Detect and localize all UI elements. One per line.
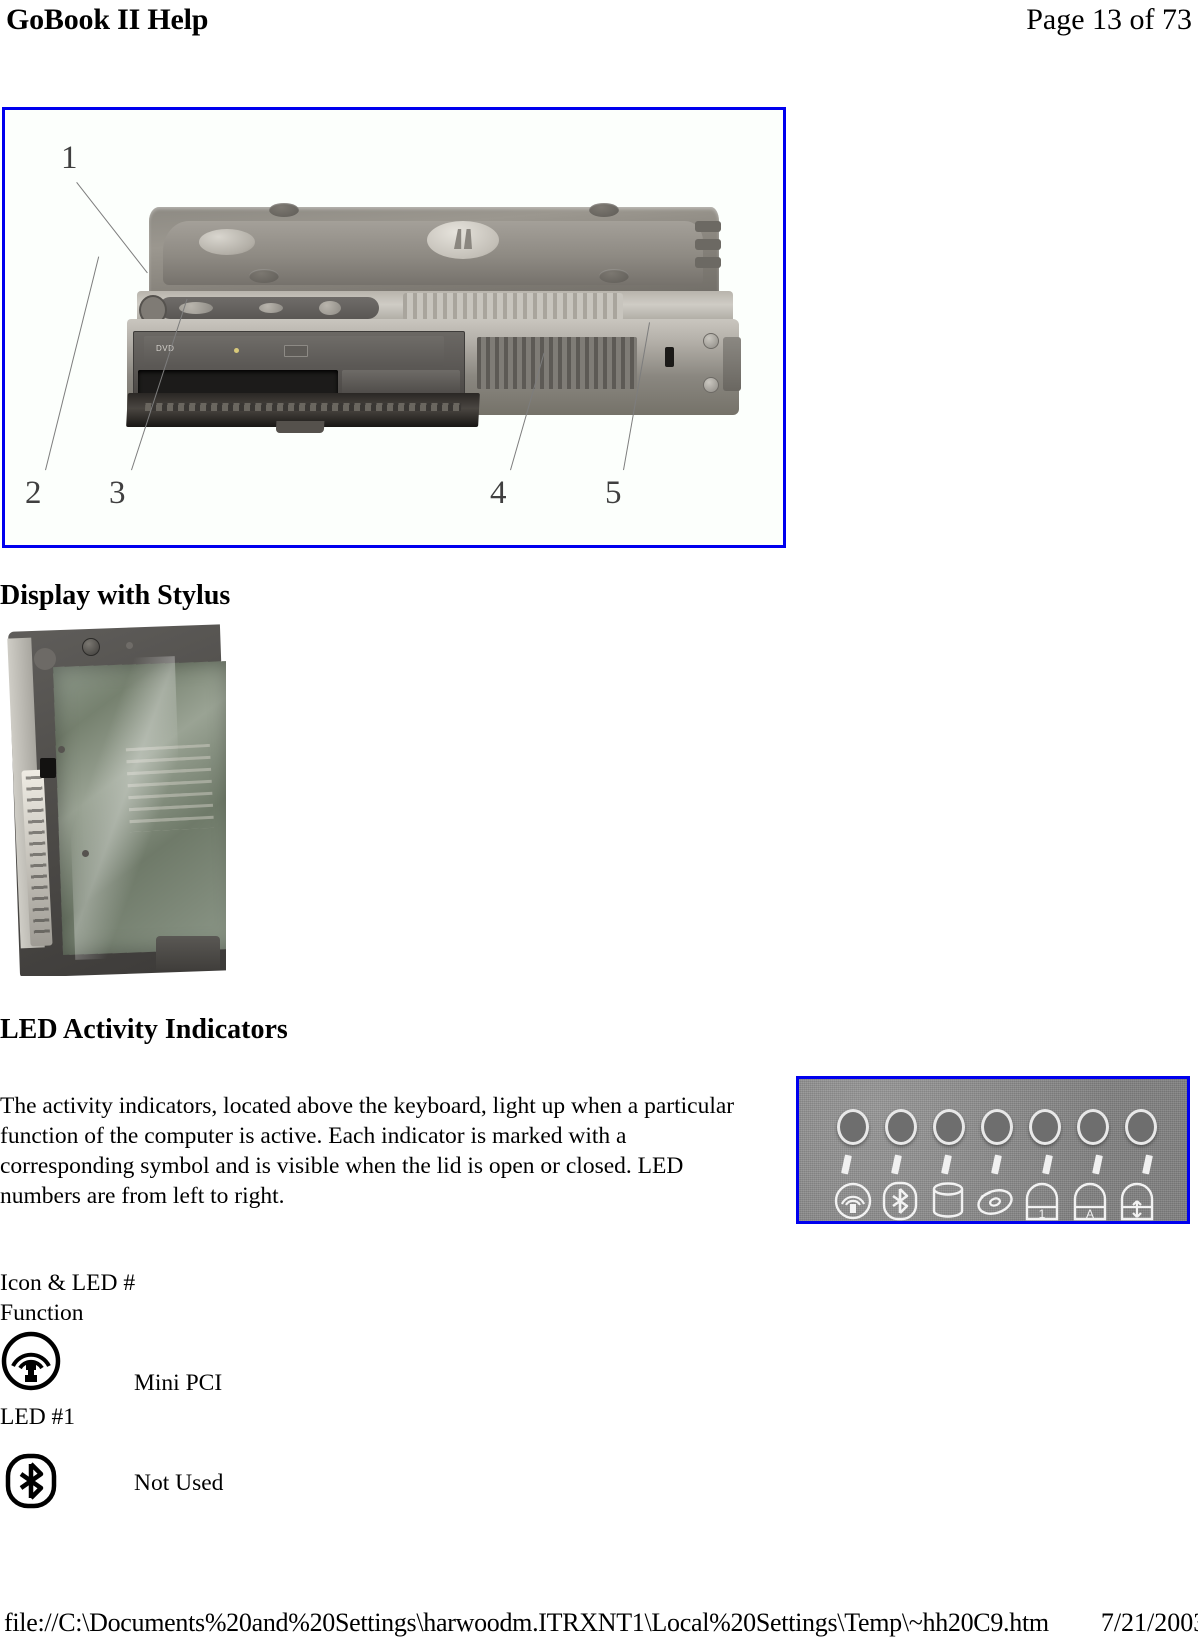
lid-bumper (249, 269, 279, 283)
print-date: 7/21/2003 (1100, 1608, 1198, 1637)
table-header-function: Function (0, 1300, 84, 1326)
bezel-screw (82, 638, 100, 656)
optical-drive-face: DVD (144, 336, 444, 366)
section-heading-display-with-stylus: Display with Stylus (0, 580, 231, 612)
callout-number-3: 3 (109, 475, 126, 511)
table-row: Not Used (0, 1448, 760, 1512)
source-file-path: file://C:\Documents%20and%20Settings\har… (4, 1608, 1049, 1637)
bezel-detail-dot (82, 850, 89, 857)
led-hole (1029, 1109, 1061, 1145)
led-hole (1077, 1109, 1109, 1145)
display-foot-pad (156, 936, 220, 970)
mini-pci-wireless-icon (833, 1175, 877, 1221)
hinge-detail (259, 303, 283, 313)
callout-number-2: 2 (25, 475, 42, 511)
table-cell-led-number: LED #1 (0, 1404, 76, 1430)
bezel-sensor-dot (126, 642, 133, 649)
led-hole (933, 1109, 965, 1145)
scroll-lock-icon (1117, 1175, 1161, 1221)
lid-oval-left (199, 229, 255, 255)
led-tick-mark (841, 1154, 852, 1175)
upper-vent-grill (403, 293, 623, 321)
led-tick-mark (891, 1154, 903, 1175)
table-header-icon-led: Icon & LED # (0, 1270, 136, 1296)
bluetooth-icon (0, 1450, 62, 1512)
table-cell-function: Mini PCI (134, 1370, 223, 1396)
led-hole (885, 1109, 917, 1145)
chassis-screw (703, 333, 719, 349)
hard-drive-icon (928, 1175, 972, 1221)
table-cell-icon (0, 1328, 134, 1392)
table-row: Mini PCI (0, 1328, 760, 1398)
optical-drive-bay: DVD (133, 331, 465, 399)
bluetooth-icon (880, 1175, 924, 1221)
svg-text:1: 1 (1039, 1207, 1046, 1221)
rear-view-figure: DVD 1 2 3 4 5 (2, 107, 786, 548)
lid-bumper (589, 203, 619, 217)
stylus-clip (40, 758, 56, 778)
side-hinge (723, 337, 741, 391)
lid-notch (695, 239, 721, 250)
table-cell-function: Not Used (134, 1470, 224, 1496)
callout-number-1: 1 (61, 140, 78, 176)
callout-number-5: 5 (605, 475, 622, 511)
door-tab (275, 421, 325, 433)
cooling-vent (477, 337, 637, 389)
bezel-detail-dot (58, 746, 65, 753)
num-lock-icon: 1 (1022, 1175, 1066, 1221)
document-title: GoBook II Help (6, 3, 209, 36)
led-tick-mark (991, 1154, 1003, 1175)
drive-activity-led (234, 348, 239, 353)
lid-oval-center (427, 221, 499, 259)
led-symbol-row: 1 A (833, 1175, 1161, 1221)
drive-eject-button (284, 345, 308, 357)
page-header: GoBook II Help Page 13 of 73 (0, 0, 1198, 46)
display-with-stylus-figure (0, 618, 226, 976)
page-number-label: Page 13 of 73 (1026, 3, 1192, 36)
chassis-screw (703, 377, 719, 393)
screen-glare (64, 656, 186, 960)
led-icon-table: Icon & LED # Function Mini PCI LED #1 No… (0, 1268, 760, 1512)
security-lock-slot (665, 347, 674, 367)
mini-pci-wireless-icon (0, 1330, 62, 1392)
table-cell-icon (0, 1448, 134, 1512)
optical-drive-icon (975, 1175, 1019, 1221)
svg-text:A: A (1086, 1207, 1094, 1221)
page-footer: file://C:\Documents%20and%20Settings\har… (0, 1608, 1198, 1638)
led-hole (1125, 1109, 1157, 1145)
drive-tray (342, 370, 460, 394)
open-port-door (126, 393, 480, 433)
caps-lock-icon: A (1070, 1175, 1114, 1221)
led-tick-row (841, 1154, 1153, 1175)
lid-bumper (269, 203, 299, 217)
lid-bumper (599, 269, 629, 283)
lid-notch (695, 221, 721, 232)
callout-number-4: 4 (490, 475, 507, 511)
hinge-detail (319, 301, 341, 315)
led-hole-row (837, 1109, 1157, 1145)
lid-notch (695, 257, 721, 268)
led-tick-mark (1041, 1154, 1053, 1175)
callout-leader-line (45, 256, 100, 471)
led-tick-mark (941, 1154, 953, 1175)
laptop-rear-photo: DVD (97, 203, 741, 447)
led-hole (837, 1109, 869, 1145)
led-hole (981, 1109, 1013, 1145)
section-heading-led-activity-indicators: LED Activity Indicators (0, 1014, 288, 1046)
led-indicator-panel-photo: 1 A (796, 1076, 1190, 1224)
bezel-corner-pad (34, 648, 56, 670)
led-description-paragraph: The activity indicators, located above t… (0, 1092, 735, 1209)
led-tick-mark (1091, 1154, 1103, 1175)
connector-rail (144, 403, 462, 411)
